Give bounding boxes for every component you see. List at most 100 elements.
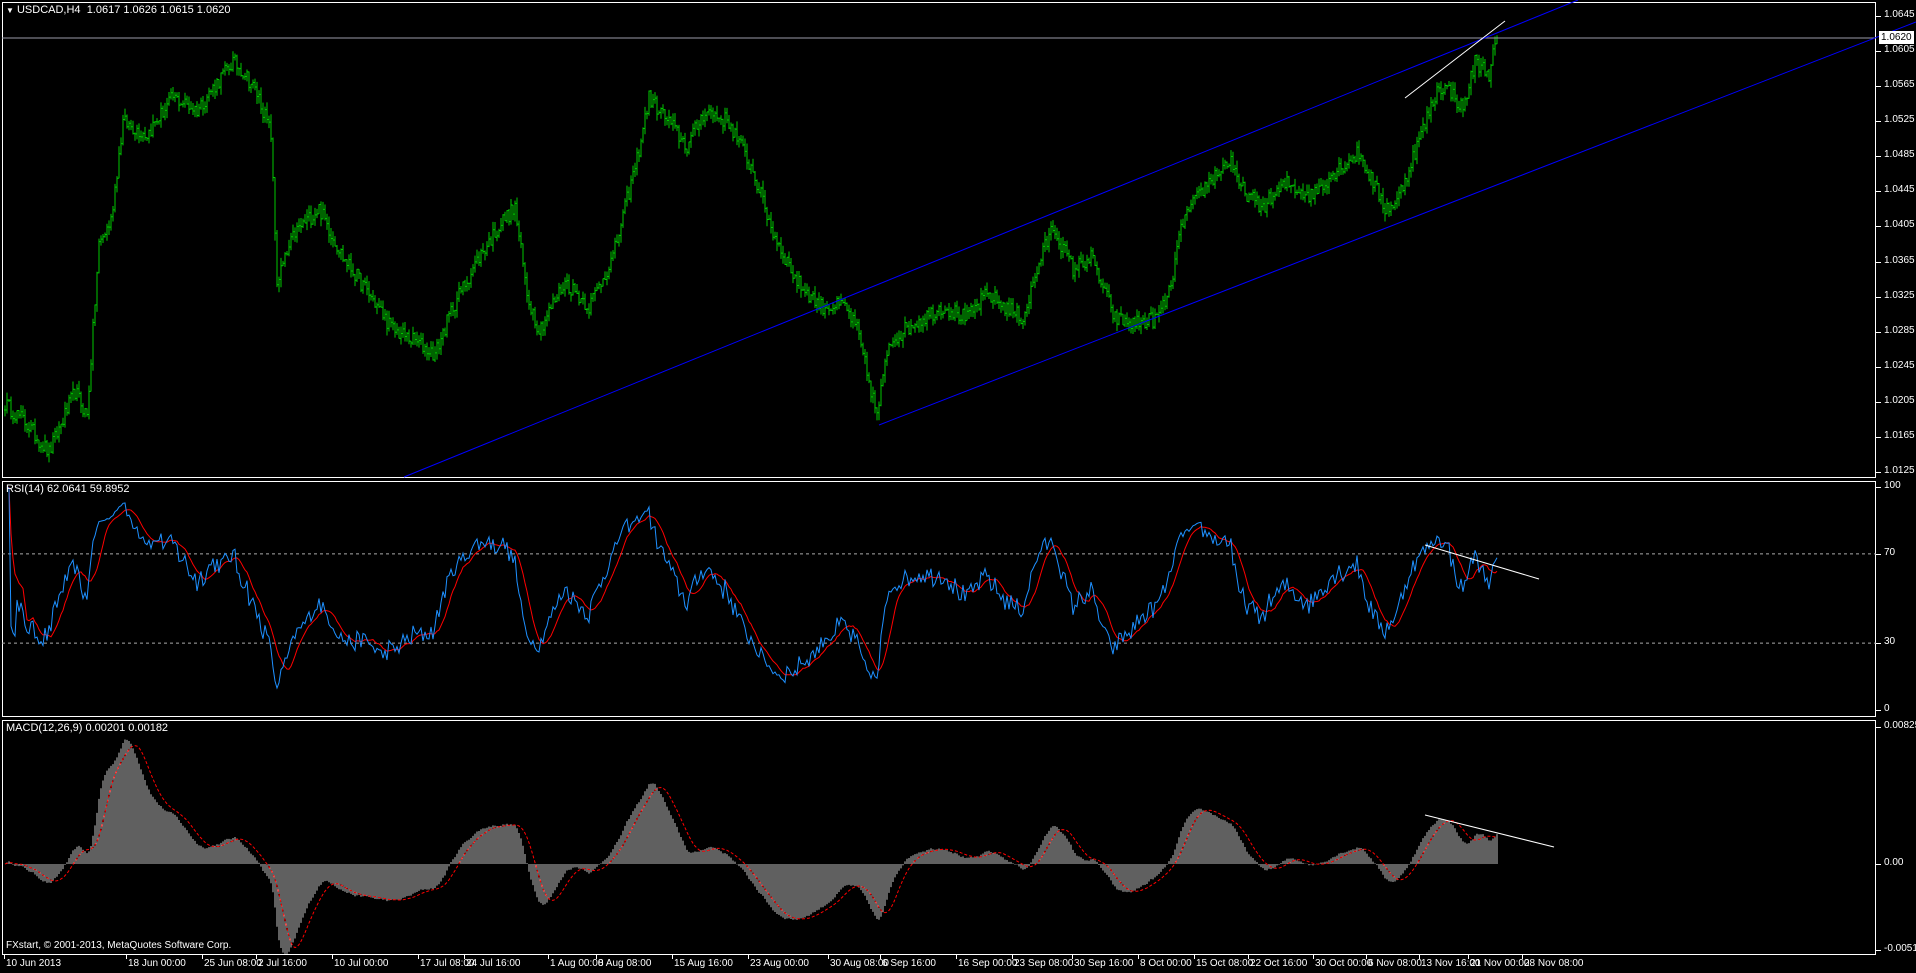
price-bar: [1226, 161, 1228, 169]
price-bar: [964, 302, 966, 326]
price-bar: [66, 402, 68, 416]
price-bar: [1166, 295, 1168, 310]
price-bar: [1054, 225, 1056, 240]
price-bar: [862, 342, 864, 356]
price-bar: [1186, 206, 1188, 221]
price-bar: [1102, 278, 1104, 294]
price-bar: [1046, 235, 1048, 251]
price-bar: [1342, 168, 1344, 175]
price-bar: [180, 102, 182, 106]
price-bar: [648, 90, 650, 116]
price-axis-tick: [1876, 191, 1881, 193]
time-axis-tick: [1138, 955, 1139, 959]
price-bar: [46, 440, 48, 458]
price-bar: [740, 135, 742, 144]
price-bar: [30, 420, 32, 433]
price-bar: [828, 304, 830, 316]
price-bar: [670, 116, 672, 126]
price-bar: [118, 146, 120, 179]
time-axis-tick: [828, 955, 829, 959]
price-bar: [1406, 177, 1408, 187]
price-bar: [136, 124, 138, 140]
price-bar: [700, 114, 702, 130]
price-bar: [334, 236, 336, 247]
chart-title: ▼ USDCAD,H4 1.0617 1.0626 1.0615 1.0620: [6, 4, 230, 16]
price-bar: [176, 92, 178, 98]
price-bar: [1236, 160, 1238, 183]
price-bar: [436, 338, 438, 360]
price-bar: [1076, 264, 1078, 271]
price-bar: [968, 306, 970, 320]
price-bar: [1252, 189, 1254, 201]
price-bar: [504, 211, 506, 222]
chart-canvas: [2, 0, 1916, 954]
price-axis-label: 1.0485: [1884, 149, 1915, 161]
price-bar: [686, 148, 688, 157]
price-bar: [674, 113, 676, 129]
price-bar: [406, 332, 408, 342]
price-bar: [20, 405, 22, 419]
time-axis-tick: [1468, 955, 1469, 959]
collapse-triangle-icon[interactable]: ▼: [6, 6, 14, 15]
time-axis-tick: [748, 955, 749, 959]
price-bar: [630, 175, 632, 203]
price-bar: [1064, 240, 1066, 253]
price-bar: [520, 232, 522, 249]
price-bar: [1188, 206, 1190, 213]
price-bar: [636, 147, 638, 176]
time-axis-tick: [880, 955, 881, 959]
price-bar: [344, 259, 346, 262]
price-bar: [244, 72, 246, 81]
price-bar: [1092, 247, 1094, 259]
price-bar: [182, 100, 184, 108]
price-bar: [8, 399, 10, 403]
price-bar: [1488, 68, 1490, 83]
price-bar: [78, 380, 80, 398]
price-bar: [584, 293, 586, 310]
price-bar: [498, 228, 500, 238]
price-bar: [1344, 161, 1346, 174]
price-bar: [676, 124, 678, 132]
price-axis-label: 1.0205: [1884, 394, 1915, 406]
price-bar: [26, 422, 28, 433]
price-bar: [1022, 319, 1024, 329]
rsi-axis-label: 0: [1884, 703, 1890, 714]
price-bar: [1194, 194, 1196, 205]
price-bar: [72, 381, 74, 401]
price-bar: [1060, 237, 1062, 260]
price-bar: [1168, 284, 1170, 298]
price-bar: [356, 268, 358, 283]
price-bar: [268, 115, 270, 129]
price-bar: [1258, 195, 1260, 213]
price-bar: [704, 108, 706, 128]
price-bar: [1058, 231, 1060, 250]
price-bar: [42, 441, 44, 453]
price-bar: [294, 227, 296, 242]
price-bar: [528, 289, 530, 310]
price-bar: [1294, 178, 1296, 199]
price-bar: [1010, 298, 1012, 317]
price-bar: [1480, 58, 1482, 77]
price-bar: [240, 62, 242, 77]
price-bar: [452, 302, 454, 317]
price-axis-label: 1.0165: [1884, 429, 1915, 441]
price-bar: [788, 251, 790, 267]
price-bar: [1482, 56, 1484, 70]
price-bar: [1326, 178, 1328, 195]
price-bar: [1160, 300, 1162, 315]
price-bar: [1156, 312, 1158, 316]
price-axis-label: 1.0565: [1884, 79, 1915, 91]
price-bar: [938, 304, 940, 317]
price-bar: [736, 121, 738, 146]
price-bar: [754, 170, 756, 186]
price-bar: [654, 92, 656, 104]
price-bar: [816, 297, 818, 313]
price-bar: [82, 403, 84, 418]
price-bar: [810, 294, 812, 304]
price-bar: [830, 308, 832, 312]
price-bar: [100, 235, 102, 246]
price-bar: [6, 392, 8, 414]
price-bar: [380, 300, 382, 308]
time-axis-tick: [1366, 955, 1367, 959]
price-bar: [24, 409, 26, 432]
